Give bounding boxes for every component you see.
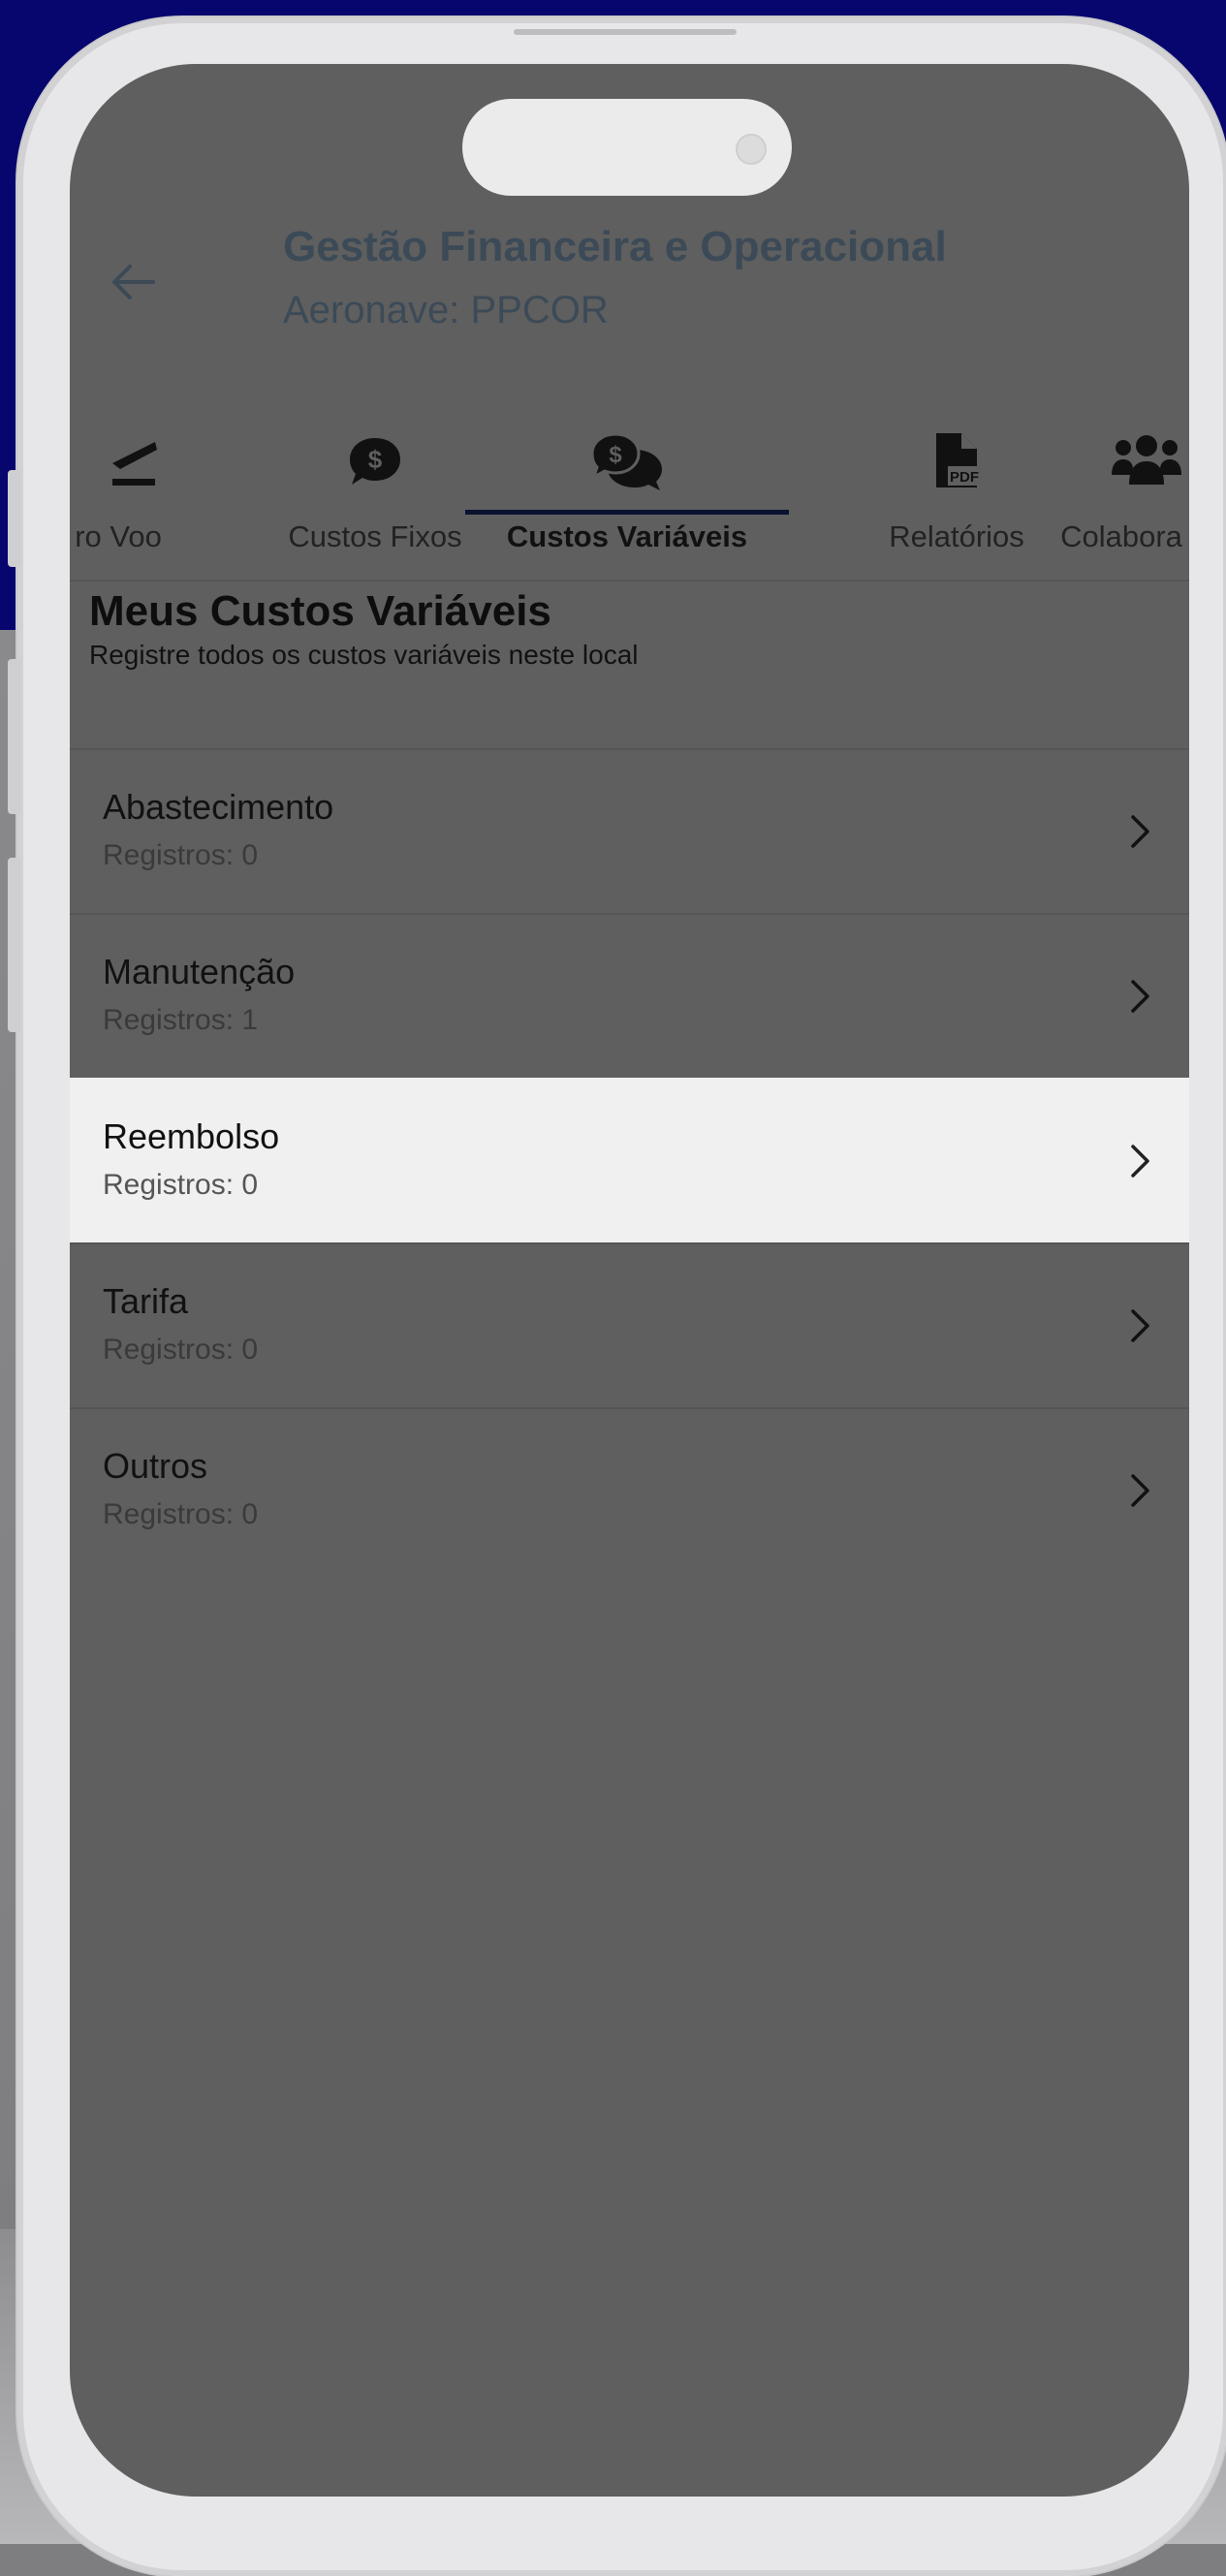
dynamic-island [462,99,792,196]
back-button[interactable] [99,248,167,316]
chevron-right-icon [1121,1140,1160,1182]
aircraft-subtitle: Aeronave: PPCOR [283,289,609,331]
tab-bar: ro Voo $ Custos Fixos $ Custos Variáveis [70,355,1189,581]
app-screen: Gestão Financeira e Operacional Aeronave… [70,64,1189,2497]
tab-label: Custos Fixos [288,519,462,553]
item-count: Registros: 1 [103,1004,259,1036]
tab-custos-variaveis[interactable]: $ Custos Variáveis [472,355,782,580]
pdf-file-icon: PDF [926,430,988,492]
dollar-chat-bubbles-icon: $ [588,430,666,492]
svg-text:PDF: PDF [950,469,979,486]
chevron-right-icon [1121,1304,1160,1347]
arrow-left-icon [112,265,155,299]
phone-side-button-volume-down [8,858,21,1032]
item-name: Reembolso [103,1116,280,1156]
item-name: Manutenção [103,952,296,991]
item-count: Registros: 0 [103,839,259,871]
tab-label: Relatórios [889,519,1024,553]
tab-colaboradores[interactable]: Colabora [1039,355,1189,580]
list-item-tarifa[interactable]: Tarifa Registros: 0 [70,1242,1189,1407]
list-item-outros[interactable]: Outros Registros: 0 [70,1407,1189,1572]
chevron-right-icon [1121,1469,1160,1512]
item-name: Tarifa [103,1281,189,1321]
tab-diario-voo[interactable]: ro Voo [70,355,186,580]
svg-text:$: $ [609,442,622,468]
tab-relatorios[interactable]: PDF Relatórios [874,355,1039,580]
list-item-reembolso[interactable]: Reembolso Registros: 0 [70,1078,1189,1242]
item-count: Registros: 0 [103,1498,259,1530]
tab-label: Colabora [1060,519,1182,553]
item-name: Abastecimento [103,787,334,827]
list-item-manutencao[interactable]: Manutenção Registros: 1 [70,913,1189,1078]
dollar-bubble-icon: $ [344,430,406,492]
camera-icon [736,134,767,165]
list-item-abastecimento[interactable]: Abastecimento Registros: 0 [70,748,1189,913]
item-name: Outros [103,1446,208,1486]
variable-costs-list: Abastecimento Registros: 0 Manutenção Re… [70,748,1189,1572]
tab-label: ro Voo [75,519,162,553]
users-group-icon [1110,430,1183,492]
page-title: Gestão Financeira e Operacional [283,223,947,270]
item-count: Registros: 0 [103,1169,259,1201]
item-count: Registros: 0 [103,1334,259,1366]
phone-side-button-volume-up [8,659,21,814]
phone-side-button-silent [8,470,21,567]
plane-takeoff-icon [104,430,166,492]
active-tab-indicator [465,510,789,515]
tab-label: Custos Variáveis [506,519,748,553]
chevron-right-icon [1121,810,1160,853]
phone-speaker-line [514,29,737,35]
section-subtitle: Registre todos os custos variáveis neste… [89,640,639,670]
chevron-right-icon [1121,975,1160,1018]
svg-text:$: $ [368,445,383,474]
tab-custos-fixos[interactable]: $ Custos Fixos [273,355,477,580]
section-title: Meus Custos Variáveis [89,587,551,635]
